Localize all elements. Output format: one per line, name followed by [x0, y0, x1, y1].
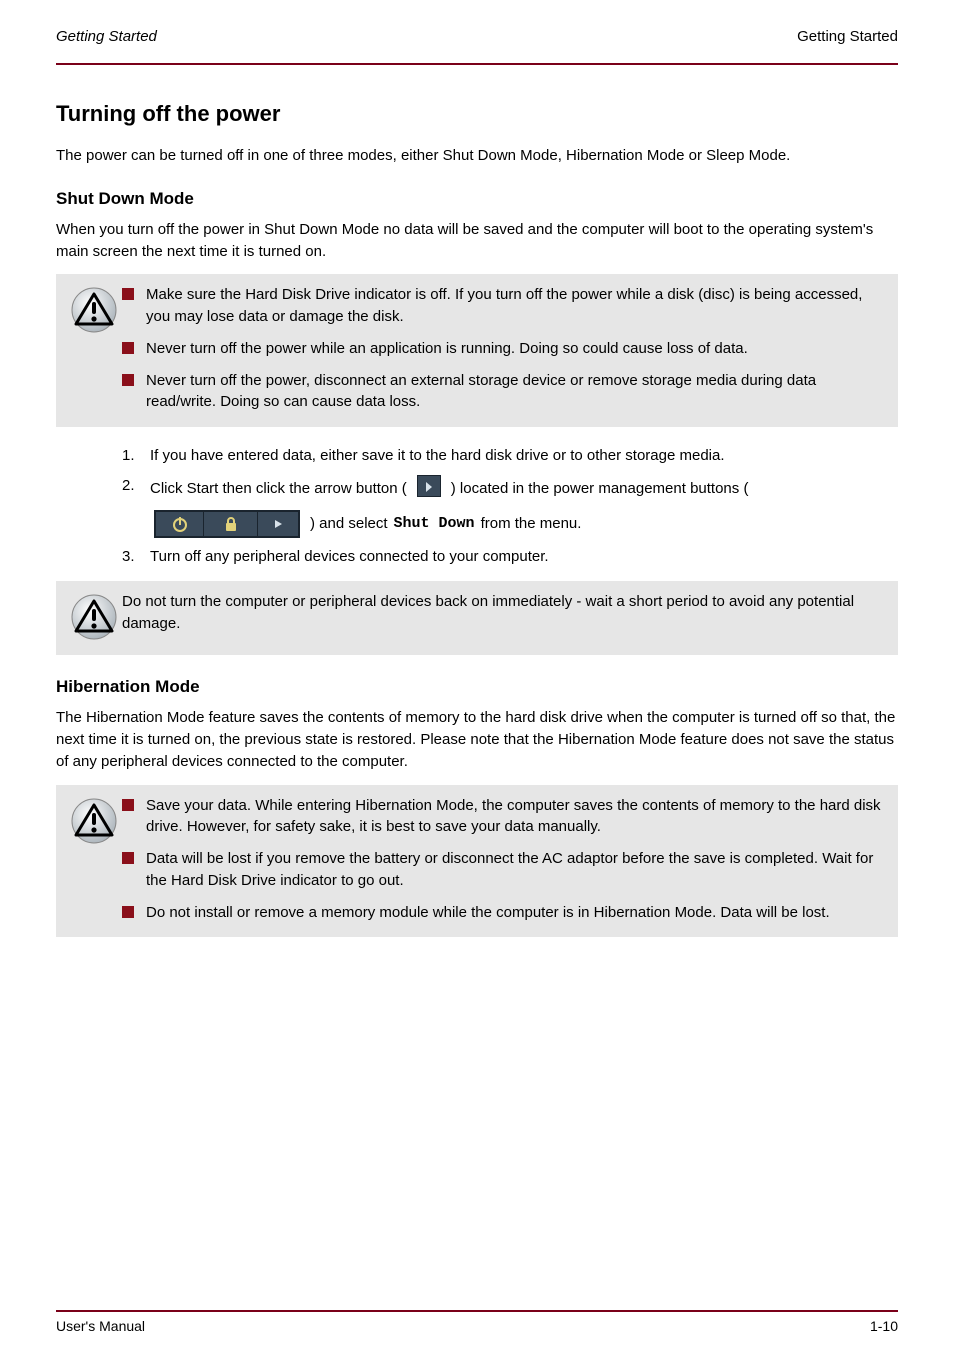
square-bullet-icon [122, 374, 134, 386]
step-number: 1. [122, 445, 150, 467]
callout-text: Save your data. While entering Hibernati… [146, 795, 884, 839]
hibernation-warning-callout: Save your data. While entering Hibernati… [56, 785, 898, 938]
callout-item: Save your data. While entering Hibernati… [122, 795, 884, 839]
callout-text: Do not install or remove a memory module… [146, 902, 884, 924]
square-bullet-icon [122, 906, 134, 918]
callout-text: Data will be lost if you remove the batt… [146, 848, 884, 892]
shutdown-warning-callout: Make sure the Hard Disk Drive indicator … [56, 274, 898, 427]
hibernation-title: Hibernation Mode [56, 677, 898, 697]
callout-item: Data will be lost if you remove the batt… [122, 848, 884, 892]
square-bullet-icon [122, 342, 134, 354]
callout-item: Never turn off the power while an applic… [122, 338, 884, 360]
shut-down-command: Shut Down [394, 513, 475, 535]
arrow-icon [258, 512, 298, 536]
callout-text: Do not turn the computer or peripheral d… [122, 591, 884, 641]
step-3: 3. Turn off any peripheral devices conne… [122, 546, 898, 568]
square-bullet-icon [122, 799, 134, 811]
callout-item: Never turn off the power, disconnect an … [122, 370, 884, 414]
caution-triangle-icon [70, 286, 118, 334]
caution-triangle-icon [70, 797, 118, 845]
step-text: Click Start then click the arrow button … [150, 475, 898, 538]
warning-icon [66, 591, 122, 641]
footer-right: 1-10 [870, 1318, 898, 1334]
step-1: 1. If you have entered data, either save… [122, 445, 898, 467]
page-footer: User's Manual 1-10 [56, 1310, 898, 1334]
callout-item: Do not install or remove a memory module… [122, 902, 884, 924]
power-icon [156, 512, 204, 536]
power-management-buttons-icon [154, 510, 300, 538]
step-text: If you have entered data, either save it… [150, 445, 898, 467]
caution-triangle-icon [70, 593, 118, 641]
square-bullet-icon [122, 852, 134, 864]
page: Getting Started Getting Started Turning … [0, 0, 954, 1352]
lock-icon [204, 512, 258, 536]
hibernation-paragraph: The Hibernation Mode feature saves the c… [56, 707, 898, 772]
callout-text: Never turn off the power, disconnect an … [146, 370, 884, 414]
intro-paragraph: The power can be turned off in one of th… [56, 145, 898, 167]
header-divider [56, 63, 898, 65]
warning-icon [66, 795, 122, 924]
footer-left: User's Manual [56, 1318, 145, 1334]
step-number: 3. [122, 546, 150, 568]
warning-icon [66, 284, 122, 413]
callout-text: Make sure the Hard Disk Drive indicator … [146, 284, 884, 328]
header-right: Getting Started [797, 28, 898, 45]
do-not-restart-callout: Do not turn the computer or peripheral d… [56, 581, 898, 655]
arrow-button-icon [417, 475, 441, 504]
page-header: Getting Started Getting Started [56, 28, 898, 45]
callout-text: Never turn off the power while an applic… [146, 338, 884, 360]
step-number: 2. [122, 475, 150, 538]
square-bullet-icon [122, 288, 134, 300]
section-title: Turning off the power [56, 101, 898, 127]
step-text: Turn off any peripheral devices connecte… [150, 546, 898, 568]
shutdown-steps: 1. If you have entered data, either save… [122, 445, 898, 567]
footer-divider [56, 1310, 898, 1312]
step-2: 2. Click Start then click the arrow butt… [122, 475, 898, 538]
shutdown-title: Shut Down Mode [56, 189, 898, 209]
header-left: Getting Started [56, 28, 157, 45]
shutdown-paragraph: When you turn off the power in Shut Down… [56, 219, 898, 263]
callout-item: Make sure the Hard Disk Drive indicator … [122, 284, 884, 328]
